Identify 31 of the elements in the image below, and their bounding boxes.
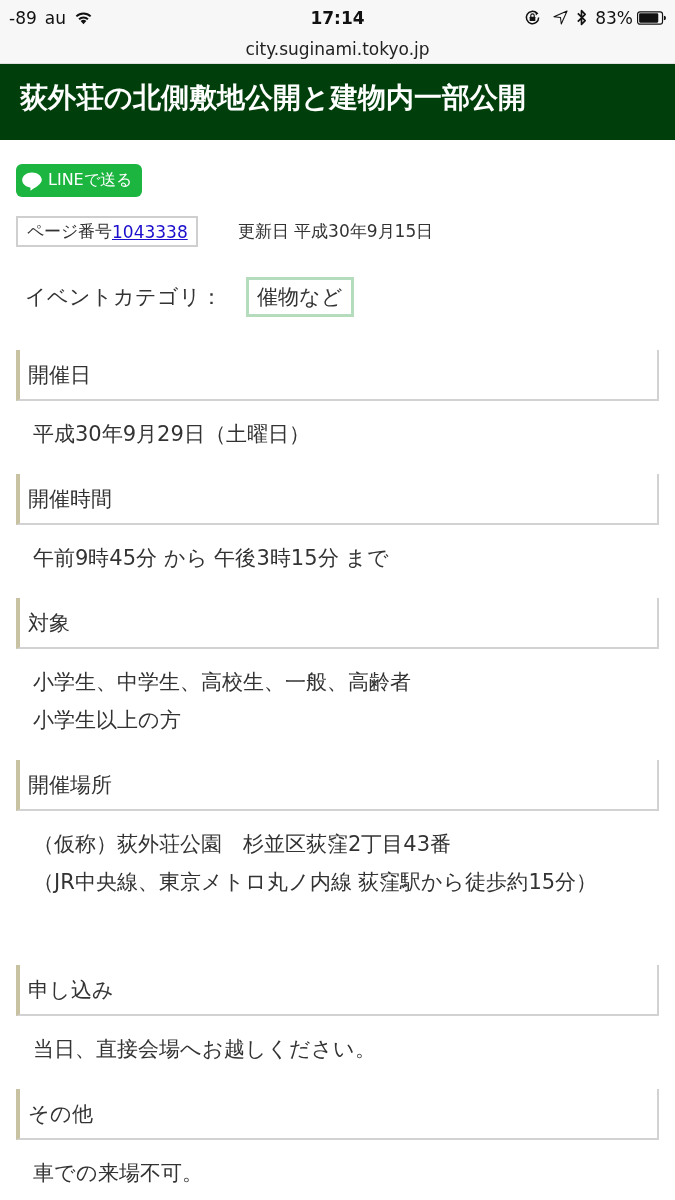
bluetooth-icon (576, 8, 588, 27)
rotation-lock-icon (524, 9, 542, 26)
page-number-label: ページ番号 (27, 220, 112, 243)
section-text: 当日、直接会場へお越しください。 (33, 1036, 377, 1063)
event-category-tag[interactable]: 催物など (246, 277, 354, 317)
section-heading: 開催時間 (16, 474, 659, 525)
page-number-link[interactable]: 1043338 (112, 221, 188, 242)
section-heading: 開催日 (16, 350, 659, 401)
section-heading: その他 (16, 1089, 659, 1140)
section-heading: 対象 (16, 598, 659, 649)
page-title: 荻外荘の北側敷地公開と建物内一部公開 (20, 81, 526, 115)
section-text: （JR中央線、東京メトロ丸ノ内線 荻窪駅から徒歩約15分） (33, 869, 599, 896)
battery-icon (637, 10, 666, 25)
section-text: 平成30年9月29日（土曜日） (33, 421, 311, 448)
address-bar-url[interactable]: city.suginami.tokyo.jp (245, 39, 430, 59)
section-text: （仮称）荻外荘公園 杉並区荻窪2丁目43番 (33, 831, 453, 858)
updated-date: 更新日 平成30年9月15日 (237, 220, 434, 243)
clock-time: 17:14 (310, 7, 365, 28)
speech-bubble-icon (21, 170, 43, 191)
section-text: 小学生、中学生、高校生、一般、高齢者 (33, 669, 412, 696)
section-text: 車での来場不可。 (33, 1160, 204, 1187)
event-category-label: イベントカテゴリ： (25, 284, 223, 311)
carrier-name: au (44, 7, 66, 28)
section-heading: 申し込み (16, 965, 659, 1016)
battery-percent: 83% (595, 7, 633, 28)
section-text: 午前9時45分 から 午後3時15分 まで (33, 545, 391, 572)
wifi-icon (74, 10, 93, 25)
section-text: 小学生以上の方 (33, 707, 182, 734)
signal-strength: -89 (9, 7, 37, 28)
section-heading: 開催場所 (16, 760, 659, 811)
location-arrow-icon (553, 10, 569, 25)
